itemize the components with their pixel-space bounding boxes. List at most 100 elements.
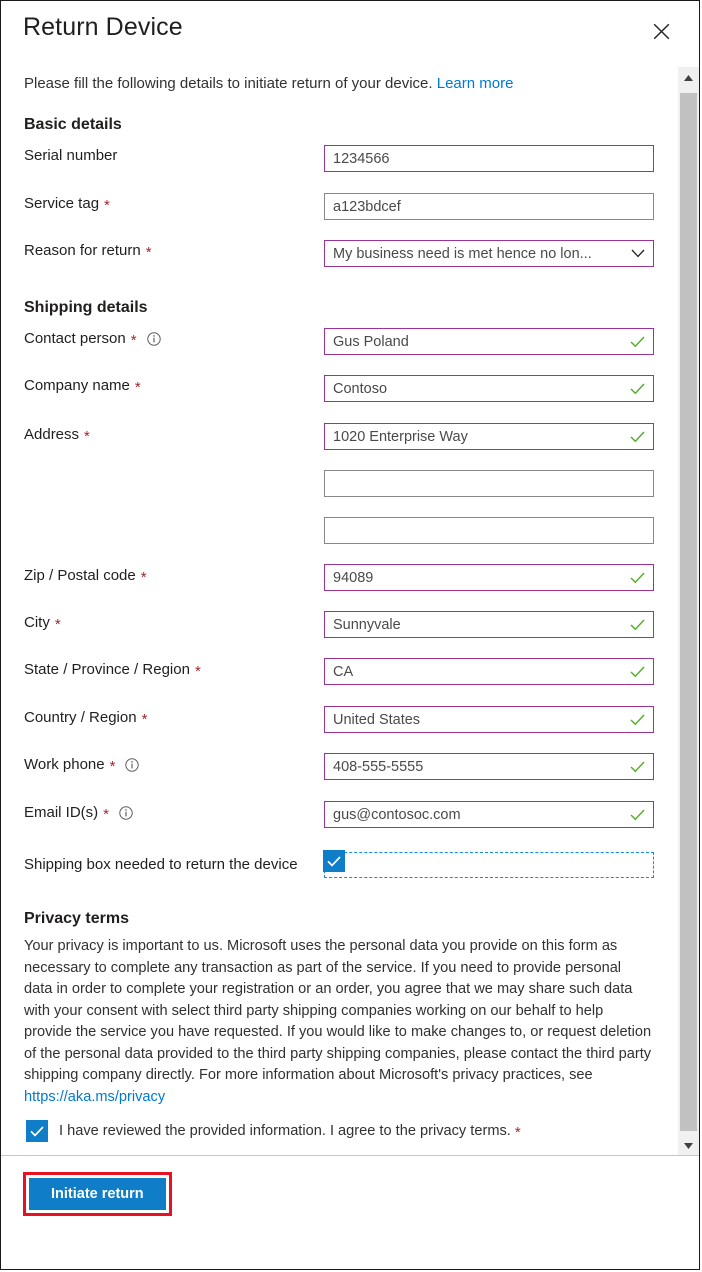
privacy-terms-body: Your privacy is important to us. Microso… <box>24 936 652 1108</box>
required-asterisk: * <box>104 197 110 214</box>
label-text: Company name <box>24 377 130 394</box>
field-value: 94089 <box>333 569 374 586</box>
shipping-box-focus-outline <box>324 852 654 878</box>
service-tag-input[interactable]: a123bdcef <box>324 193 654 220</box>
field-label-contact-person: Contact person * <box>24 330 161 349</box>
shipping-box-label: Shipping box needed to return the device <box>24 856 298 873</box>
zip-postal-code-input[interactable]: 94089 <box>324 564 654 591</box>
section-title-shipping-details: Shipping details <box>24 299 148 316</box>
address-line3-input[interactable] <box>324 517 654 544</box>
field-label-country-region: Country / Region * <box>24 709 148 728</box>
scrollbar-thumb[interactable] <box>680 93 697 1131</box>
valid-check-icon <box>630 809 645 821</box>
initiate-return-highlight: Initiate return <box>23 1172 172 1216</box>
info-icon[interactable] <box>146 331 161 346</box>
field-value: Gus Poland <box>333 333 409 350</box>
state-province-region-input[interactable]: CA <box>324 658 654 685</box>
scroll-down-button[interactable] <box>678 1135 699 1157</box>
field-label-city: City * <box>24 614 61 633</box>
label-text: State / Province / Region <box>24 661 190 678</box>
chevron-down-icon <box>631 249 645 258</box>
dialog-footer: Initiate return <box>1 1155 699 1269</box>
field-label-address: Address * <box>24 426 90 445</box>
field-label-work-phone: Work phone * <box>24 756 140 775</box>
valid-check-icon <box>630 666 645 678</box>
privacy-consent-row: I have reviewed the provided information… <box>26 1120 521 1142</box>
required-asterisk: * <box>514 1124 521 1141</box>
email-ids-input[interactable]: gus@contosoc.com <box>324 801 654 828</box>
field-label-serial-number: Serial number <box>24 147 117 164</box>
dialog-header: Return Device <box>1 1 699 67</box>
privacy-terms-title: Privacy terms <box>24 910 129 927</box>
field-label-company-name: Company name * <box>24 377 141 396</box>
privacy-body-text: Your privacy is important to us. Microso… <box>24 938 652 1083</box>
valid-check-icon <box>630 761 645 773</box>
country-region-input[interactable]: United States <box>324 706 654 733</box>
field-label-reason-for-return: Reason for return * <box>24 242 152 261</box>
field-value: 1234566 <box>333 150 390 167</box>
info-icon[interactable] <box>119 805 133 820</box>
valid-check-icon <box>630 619 645 631</box>
info-icon[interactable] <box>125 757 140 772</box>
privacy-consent-label: I have reviewed the provided information… <box>59 1123 521 1141</box>
label-text: Zip / Postal code <box>24 567 136 584</box>
valid-check-icon <box>630 383 645 395</box>
label-text: Address <box>24 426 80 443</box>
field-value: Contoso <box>333 380 388 397</box>
field-value: CA <box>333 663 354 680</box>
field-label-email-ids: Email ID(s) * <box>24 804 133 823</box>
field-label-state-province-region: State / Province / Region * <box>24 661 201 680</box>
scroll-up-button[interactable] <box>678 67 699 89</box>
learn-more-link[interactable]: Learn more <box>437 75 514 92</box>
city-input[interactable]: Sunnyvale <box>324 611 654 638</box>
required-asterisk: * <box>109 758 116 775</box>
label-text: Reason for return <box>24 242 141 259</box>
contact-person-input[interactable]: Gus Poland <box>324 328 654 355</box>
address-line1-input[interactable]: 1020 Enterprise Way <box>324 423 654 450</box>
dialog-body: Please fill the following details to ini… <box>1 67 699 1157</box>
label-text: Work phone <box>24 756 105 773</box>
consent-label-text: I have reviewed the provided information… <box>59 1123 511 1139</box>
privacy-consent-checkbox[interactable] <box>26 1120 48 1142</box>
required-asterisk: * <box>54 616 61 633</box>
required-asterisk: * <box>145 244 152 261</box>
label-text: City <box>24 614 50 631</box>
field-value: 408-555-5555 <box>333 758 424 775</box>
valid-check-icon <box>630 431 645 443</box>
address-line2-input[interactable] <box>324 470 654 497</box>
required-asterisk: * <box>130 332 137 349</box>
valid-check-icon <box>630 336 645 348</box>
required-asterisk: * <box>84 428 90 445</box>
field-label-service-tag: Service tag * <box>24 195 110 214</box>
work-phone-input[interactable]: 408-555-5555 <box>324 753 654 780</box>
serial-number-input[interactable]: 1234566 <box>324 145 654 172</box>
required-asterisk: * <box>194 663 201 680</box>
reason-for-return-select[interactable]: My business need is met hence no lon... <box>324 240 654 267</box>
required-asterisk: * <box>103 806 110 823</box>
field-value: Sunnyvale <box>333 616 401 633</box>
label-text: Serial number <box>24 147 118 164</box>
vertical-scrollbar[interactable] <box>677 67 699 1157</box>
initiate-return-button[interactable]: Initiate return <box>29 1178 166 1210</box>
required-asterisk: * <box>140 569 147 586</box>
section-title-basic-details: Basic details <box>24 116 122 133</box>
required-asterisk: * <box>134 379 141 396</box>
shipping-box-checkbox[interactable] <box>323 850 345 872</box>
intro-text: Please fill the following details to ini… <box>24 75 513 92</box>
return-device-dialog: Return Device Please fill the following … <box>0 0 700 1270</box>
field-value: a123bdcef <box>333 198 401 215</box>
field-value: gus@contosoc.com <box>333 806 461 823</box>
label-text: Contact person <box>24 330 126 347</box>
privacy-policy-link[interactable]: https://aka.ms/privacy <box>24 1089 165 1105</box>
label-text: Country / Region <box>24 709 137 726</box>
field-value: My business need is met hence no lon... <box>333 245 592 262</box>
intro-sentence: Please fill the following details to ini… <box>24 75 433 92</box>
close-icon[interactable] <box>645 15 677 47</box>
valid-check-icon <box>630 572 645 584</box>
required-asterisk: * <box>141 711 148 728</box>
page-title: Return Device <box>23 13 183 41</box>
valid-check-icon <box>630 714 645 726</box>
company-name-input[interactable]: Contoso <box>324 375 654 402</box>
label-text: Email ID(s) <box>24 804 99 821</box>
label-text: Service tag <box>24 195 100 212</box>
